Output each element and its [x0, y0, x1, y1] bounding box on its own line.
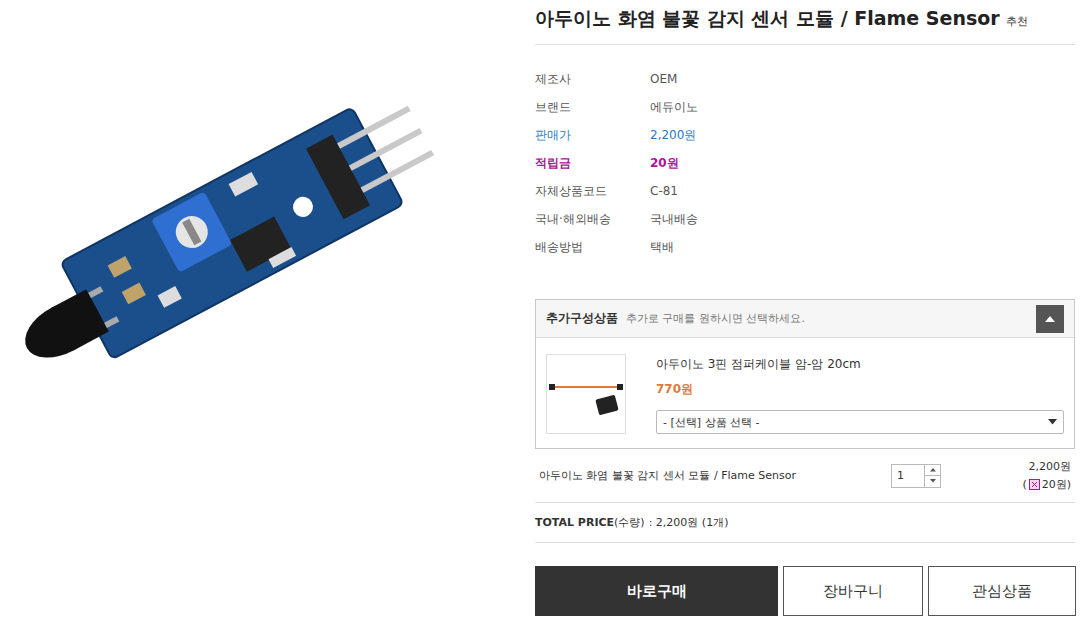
order-amount: 2,200원	[1029, 459, 1072, 474]
addon-info: 아두이노 3핀 점퍼케이블 암-암 20cm 770원 - [선택] 상품 선택 -	[656, 354, 1064, 434]
addon-item: 아두이노 3핀 점퍼케이블 암-암 20cm 770원 - [선택] 상품 선택 -	[536, 338, 1074, 448]
total-label: TOTAL PRICE(수량)	[535, 515, 645, 530]
order-price: 2,200원 (20원)	[981, 459, 1071, 492]
info-label: 적립금	[535, 155, 650, 172]
product-image	[0, 70, 470, 400]
info-value: 국내배송	[650, 211, 1075, 228]
info-label: 브랜드	[535, 99, 650, 116]
addon-select[interactable]: - [선택] 상품 선택 -	[656, 410, 1064, 434]
increase-button[interactable]	[925, 465, 940, 476]
addon-price: 770원	[656, 381, 1064, 398]
info-row: 배송방법택배	[535, 233, 1075, 261]
info-row: 판매가2,200원	[535, 121, 1075, 149]
total-row: TOTAL PRICE(수량) : 2,200원 (1개)	[535, 503, 1075, 543]
info-value: 에듀이노	[650, 99, 1075, 116]
info-label: 자체상품코드	[535, 183, 650, 200]
addon-body: 아두이노 3핀 점퍼케이블 암-암 20cm 770원 - [선택] 상품 선택 -	[536, 338, 1074, 448]
addon-thumbnail-image	[549, 369, 623, 419]
product-page: 아두이노 화염 불꽃 감지 센서 모듈 / Flame Sensor 추천제조사O…	[0, 0, 1085, 639]
title-row: 아두이노 화염 불꽃 감지 센서 모듈 / Flame Sensor 추천	[535, 6, 1075, 45]
collapse-icon	[1045, 316, 1055, 322]
info-list: 제조사OEM브랜드에듀이노판매가2,200원적립금20원자체상품코드C-81국내…	[535, 45, 1075, 261]
info-row: 브랜드에듀이노	[535, 93, 1075, 121]
info-value: 20원	[650, 155, 1075, 172]
points-icon	[1029, 479, 1040, 490]
order-points: (20원)	[1022, 477, 1071, 492]
quantity-spinner	[924, 465, 940, 487]
action-button[interactable]: 관심상품	[928, 566, 1076, 616]
quantity-input[interactable]: 1	[892, 465, 924, 487]
arrow-down-icon	[930, 479, 936, 483]
addon-thumbnail[interactable]	[546, 354, 626, 434]
addon-box: 추가구성상품 추가로 구매를 원하시면 선택하세요. 아두이노 3핀 점퍼케이블 암…	[535, 299, 1075, 449]
image-column	[0, 0, 535, 639]
recommend-badge: 추천	[1006, 14, 1028, 29]
product-title: 아두이노 화염 불꽃 감지 센서 모듈 / Flame Sensor	[535, 6, 1000, 32]
addon-header: 추가구성상품 추가로 구매를 원하시면 선택하세요.	[536, 300, 1074, 338]
info-label: 판매가	[535, 127, 650, 144]
chevron-down-icon	[1048, 419, 1057, 424]
info-row: 제조사OEM	[535, 65, 1075, 93]
total-value: : 2,200원 (1개)	[649, 515, 729, 530]
action-buttons: 바로구매장바구니관심상품	[535, 566, 1075, 616]
decrease-button[interactable]	[925, 475, 940, 487]
info-column: 아두이노 화염 불꽃 감지 센서 모듈 / Flame Sensor 추천제조사O…	[535, 0, 1075, 639]
addon-name[interactable]: 아두이노 3핀 점퍼케이블 암-암 20cm	[656, 356, 1064, 373]
info-row: 적립금20원	[535, 149, 1075, 177]
info-value: 2,200원	[650, 127, 1075, 144]
info-row: 자체상품코드C-81	[535, 177, 1075, 205]
order-row: 아두이노 화염 불꽃 감지 센서 모듈 / Flame Sensor1 2,200…	[535, 449, 1075, 503]
info-value: OEM	[650, 72, 1075, 86]
addon-hint: 추가로 구매를 원하시면 선택하세요.	[626, 311, 1028, 326]
info-label: 제조사	[535, 71, 650, 88]
info-label: 배송방법	[535, 239, 650, 256]
action-button[interactable]: 바로구매	[535, 566, 778, 616]
action-button[interactable]: 장바구니	[783, 566, 923, 616]
info-row: 국내·해외배송국내배송	[535, 205, 1075, 233]
arrow-up-icon	[930, 468, 936, 472]
order-name: 아두이노 화염 불꽃 감지 센서 모듈 / Flame Sensor	[539, 468, 891, 483]
quantity-field[interactable]: 1	[891, 464, 941, 488]
info-value: 택배	[650, 239, 1075, 256]
addon-title: 추가구성상품	[546, 310, 618, 327]
addon-select-value: - [선택] 상품 선택 -	[663, 415, 760, 430]
info-value: C-81	[650, 184, 1075, 198]
collapse-button[interactable]	[1036, 305, 1064, 333]
info-label: 국내·해외배송	[535, 211, 650, 228]
